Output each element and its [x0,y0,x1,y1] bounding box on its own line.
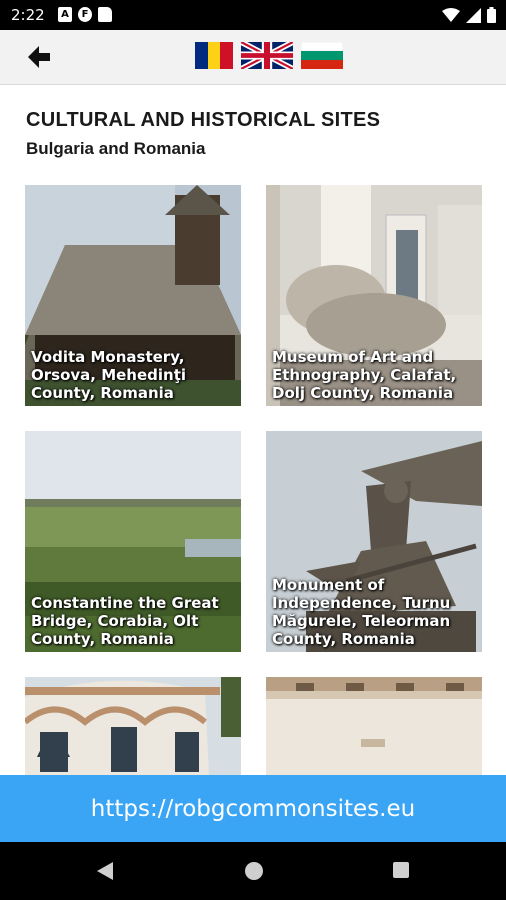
system-nav-bar [0,842,506,900]
recents-square-icon[interactable] [392,861,410,879]
status-bar: 2:22 A F [0,0,506,30]
site-card[interactable]: Constantine the Great Bridge, Corabia, O… [25,431,241,652]
wifi-icon [442,7,460,22]
app-bar [0,30,506,85]
arrow-left-icon[interactable] [24,42,54,72]
battery-icon [487,7,496,23]
site-card[interactable] [266,677,482,775]
signal-icon [466,7,481,23]
site-card[interactable]: Monument of Independence, Turnu Măgurele… [266,431,482,652]
site-card-label: Museum of Art and Ethnography, Calafat, … [272,348,457,402]
sites-list[interactable]: CULTURAL AND HISTORICAL SITES Bulgaria a… [0,85,506,775]
site-card-label: Monument of Independence, Turnu Măgurele… [272,576,451,648]
page-title: CULTURAL AND HISTORICAL SITES [26,109,381,131]
status-time: 2:22 [11,6,45,24]
bulgaria-flag-icon[interactable] [301,42,343,69]
site-card-label: Vodita Monastery, Orsova, Mehedinţi Coun… [31,348,187,402]
site-photo [266,677,482,775]
website-banner[interactable]: https://robgcommonsites.eu [0,775,506,842]
site-card[interactable]: Vodita Monastery, Orsova, Mehedinţi Coun… [25,185,241,406]
site-photo [25,677,241,775]
notification-f-icon: F [78,7,92,22]
status-notification-icons: A F [58,7,112,22]
website-link[interactable]: https://robgcommonsites.eu [91,796,415,822]
home-circle-icon[interactable] [244,861,264,881]
notification-a-icon: A [58,7,72,22]
back-triangle-icon[interactable] [95,861,115,881]
romania-flag-icon[interactable] [195,42,233,69]
status-system-icons [442,7,496,23]
uk-flag-icon[interactable] [241,42,293,69]
language-selector [195,42,343,69]
site-card[interactable] [25,677,241,775]
sd-card-icon [98,7,112,22]
page-subtitle: Bulgaria and Romania [26,139,206,158]
site-card[interactable]: Museum of Art and Ethnography, Calafat, … [266,185,482,406]
site-card-label: Constantine the Great Bridge, Corabia, O… [31,594,219,648]
